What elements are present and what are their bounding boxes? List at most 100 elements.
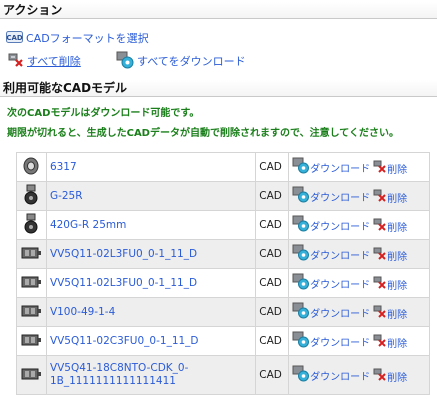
model-format: CAD <box>255 326 290 356</box>
delete-button[interactable]: 削除 <box>373 334 407 351</box>
delete-button[interactable]: 削除 <box>373 189 407 206</box>
model-name-link[interactable]: 6317 <box>50 161 77 173</box>
delete-button[interactable]: 削除 <box>373 276 407 293</box>
download-all-label[interactable]: すべてをダウンロード <box>137 53 246 69</box>
delete-button[interactable]: 削除 <box>373 368 407 385</box>
download-icon <box>292 157 310 177</box>
download-icon <box>292 186 310 206</box>
model-name-link[interactable]: G-25R <box>50 190 83 202</box>
delete-label[interactable]: 削除 <box>387 248 407 263</box>
table-row: 420G-R 25mm CAD ダウンロード 削除 <box>16 210 430 240</box>
models-table: 6317 CAD ダウンロード 削除 G-25R CAD ダウンロード 削除 420G-R 25… <box>16 152 430 395</box>
delete-all-link[interactable]: すべて削除 <box>8 52 81 70</box>
model-name-cell: V100-49-1-4 <box>45 297 257 327</box>
download-label[interactable]: ダウンロード <box>310 218 370 233</box>
cad-format-icon: CAD <box>6 30 23 46</box>
download-button[interactable]: ダウンロード <box>292 365 370 385</box>
table-row: V100-49-1-4 CAD ダウンロード 削除 <box>16 297 430 327</box>
download-icon <box>292 365 310 385</box>
model-format: CAD <box>255 181 290 211</box>
download-label[interactable]: ダウンロード <box>310 247 370 262</box>
delete-button[interactable]: 削除 <box>373 218 407 235</box>
delete-icon <box>373 189 387 206</box>
model-actions: ダウンロード 削除 <box>288 239 430 269</box>
download-label[interactable]: ダウンロード <box>310 334 370 349</box>
model-actions: ダウンロード 削除 <box>288 210 430 240</box>
model-name-cell: 420G-R 25mm <box>45 210 257 240</box>
download-button[interactable]: ダウンロード <box>292 215 370 235</box>
delete-label[interactable]: 削除 <box>387 369 407 384</box>
model-thumbnail <box>16 152 47 182</box>
model-format: CAD <box>255 210 290 240</box>
delete-label[interactable]: 削除 <box>387 161 407 176</box>
bearing-icon <box>22 156 40 179</box>
download-icon <box>292 331 310 351</box>
delete-label[interactable]: 削除 <box>387 306 407 321</box>
model-actions: ダウンロード 削除 <box>288 326 430 356</box>
download-label[interactable]: ダウンロード <box>310 276 370 291</box>
model-format: CAD <box>255 152 290 182</box>
table-row: VV5Q11-02L3FU0_0-1_11_D CAD ダウンロード 削除 <box>16 239 430 269</box>
model-name-link[interactable]: VV5Q11-02L3FU0_0-1_11_D <box>50 277 197 289</box>
download-label[interactable]: ダウンロード <box>310 189 370 204</box>
delete-label[interactable]: 削除 <box>387 277 407 292</box>
valve-icon <box>20 273 42 294</box>
model-name-cell: VV5Q41-18C8NTO-CDK_0-1B_1111111111111411 <box>45 355 257 395</box>
model-thumbnail <box>16 268 47 298</box>
model-name-cell: VV5Q11-02C3FU0_0-1_11_D <box>45 326 257 356</box>
delete-icon <box>373 334 387 351</box>
delete-label[interactable]: 削除 <box>387 219 407 234</box>
delete-button[interactable]: 削除 <box>373 160 407 177</box>
table-row: VV5Q11-02C3FU0_0-1_11_D CAD ダウンロード 削除 <box>16 326 430 356</box>
download-button[interactable]: ダウンロード <box>292 302 370 322</box>
model-name-link[interactable]: VV5Q11-02C3FU0_0-1_11_D <box>50 335 199 347</box>
model-actions: ダウンロード 削除 <box>288 297 430 327</box>
model-format: CAD <box>255 239 290 269</box>
model-name-link[interactable]: 420G-R 25mm <box>50 219 126 231</box>
download-button[interactable]: ダウンロード <box>292 331 370 351</box>
model-name-cell: 6317 <box>45 152 257 182</box>
model-actions: ダウンロード 削除 <box>288 268 430 298</box>
model-name-link[interactable]: VV5Q11-02L3FU0_0-1_11_D <box>50 248 197 260</box>
download-label[interactable]: ダウンロード <box>310 305 370 320</box>
download-button[interactable]: ダウンロード <box>292 244 370 264</box>
notice-line-1: 次のCADモデルはダウンロード可能です。 <box>7 108 200 119</box>
delete-all-label[interactable]: すべて削除 <box>27 53 81 69</box>
delete-label[interactable]: 削除 <box>387 335 407 350</box>
notice-line-2: 期限が切れると、生成したCADデータが自動で削除されますので、注意してください。 <box>7 128 399 139</box>
model-actions: ダウンロード 削除 <box>288 181 430 211</box>
delete-button[interactable]: 削除 <box>373 305 407 322</box>
valve-icon <box>20 302 42 323</box>
download-all-link[interactable]: すべてをダウンロード <box>116 51 246 72</box>
model-format: CAD <box>255 355 290 395</box>
model-thumbnail <box>16 181 47 211</box>
download-icon <box>292 244 310 264</box>
model-name-cell: VV5Q11-02L3FU0_0-1_11_D <box>45 268 257 298</box>
delete-icon <box>373 368 387 385</box>
delete-all-icon <box>8 52 24 71</box>
download-icon <box>292 273 310 293</box>
model-name-link[interactable]: V100-49-1-4 <box>50 306 115 318</box>
download-button[interactable]: ダウンロード <box>292 186 370 206</box>
download-icon <box>292 302 310 322</box>
model-name-cell: VV5Q11-02L3FU0_0-1_11_D <box>45 239 257 269</box>
download-button[interactable]: ダウンロード <box>292 273 370 293</box>
download-button[interactable]: ダウンロード <box>292 157 370 177</box>
select-cad-format-label[interactable]: CADフォーマットを選択 <box>26 30 149 46</box>
download-all-icon <box>116 51 134 72</box>
model-thumbnail <box>16 297 47 327</box>
delete-button[interactable]: 削除 <box>373 247 407 264</box>
model-thumbnail <box>16 355 47 395</box>
delete-icon <box>373 305 387 322</box>
delete-label[interactable]: 削除 <box>387 190 407 205</box>
valve-icon <box>20 244 42 265</box>
model-actions: ダウンロード 削除 <box>288 152 430 182</box>
svg-text:CAD: CAD <box>6 34 23 42</box>
download-label[interactable]: ダウンロード <box>310 160 370 175</box>
table-row: 6317 CAD ダウンロード 削除 <box>16 152 430 182</box>
table-row: VV5Q11-02L3FU0_0-1_11_D CAD ダウンロード 削除 <box>16 268 430 298</box>
model-format: CAD <box>255 297 290 327</box>
select-cad-format-link[interactable]: CAD CADフォーマットを選択 <box>6 30 149 46</box>
download-label[interactable]: ダウンロード <box>310 368 370 383</box>
model-name-link[interactable]: VV5Q41-18C8NTO-CDK_0-1B_1111111111111411 <box>50 362 188 387</box>
